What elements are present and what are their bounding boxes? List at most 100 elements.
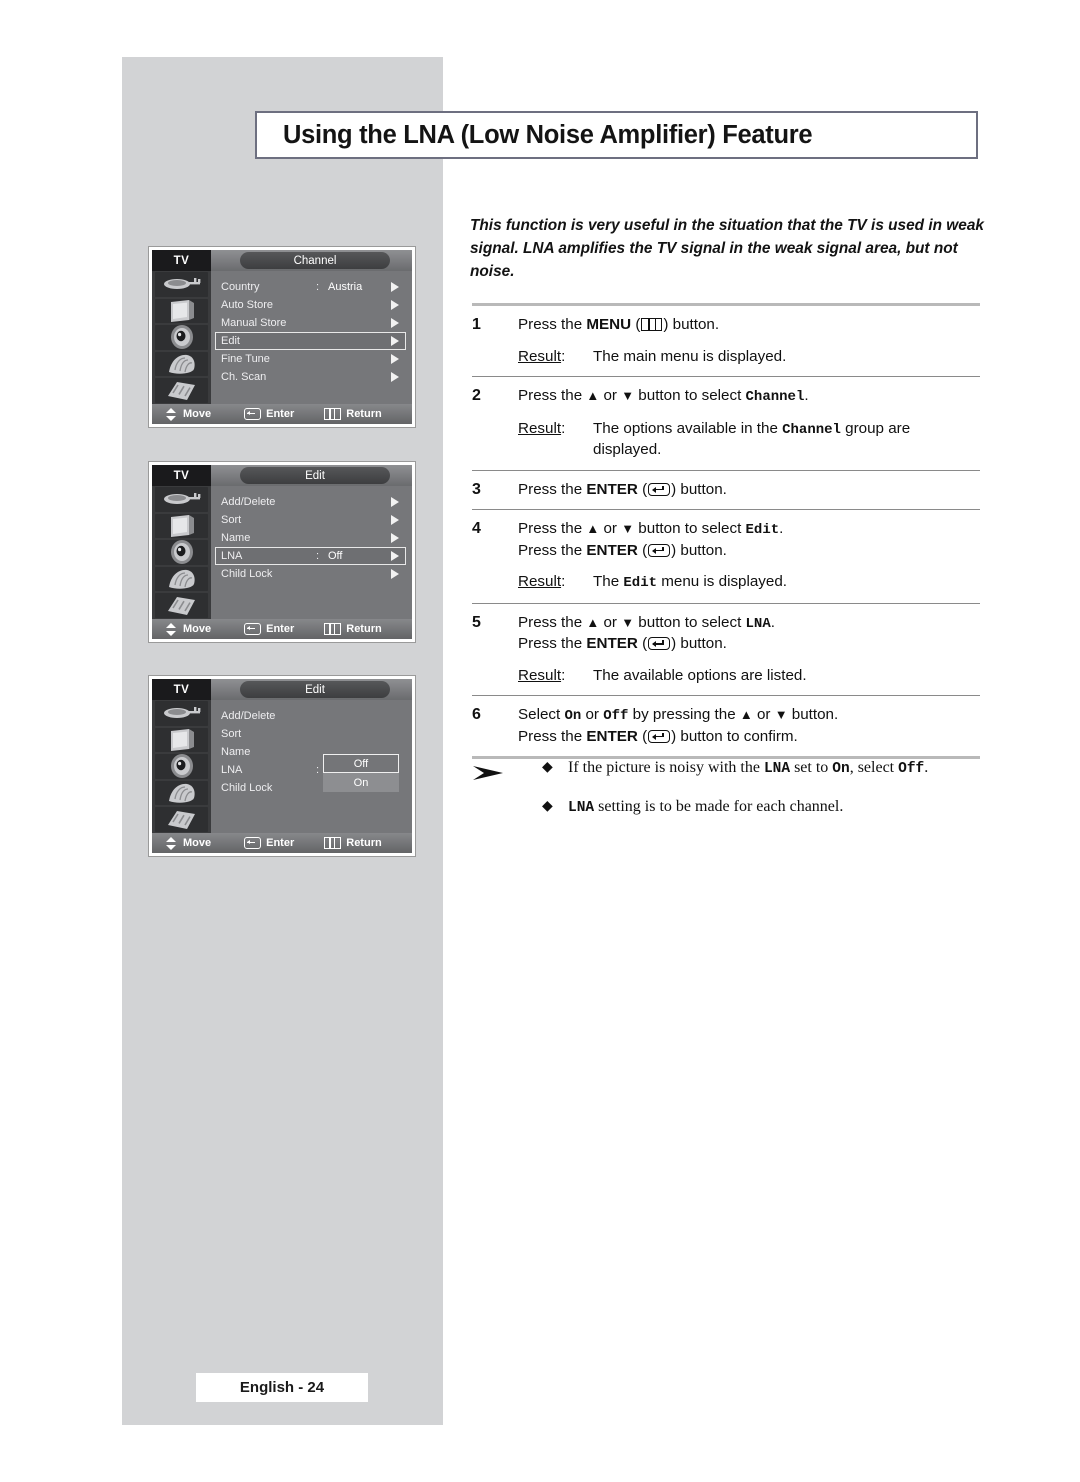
film-icon[interactable] xyxy=(155,378,208,403)
note-item: ◆ If the picture is noisy with the LNA se… xyxy=(542,757,980,780)
film-icon[interactable] xyxy=(155,807,208,832)
step-body: Press the ENTER () button. xyxy=(518,480,980,501)
page-footer: English - 24 xyxy=(196,1373,368,1402)
up-arrow-icon: ▲ xyxy=(739,707,753,722)
ui-term: On xyxy=(832,761,850,777)
up-down-arrows-icon xyxy=(166,836,177,850)
speaker-icon[interactable] xyxy=(155,540,208,565)
ui-term: LNA xyxy=(568,800,595,816)
chevron-right-icon xyxy=(391,336,399,346)
osd-menu-item[interactable]: Manual Store xyxy=(215,314,406,332)
hand-icon[interactable] xyxy=(155,566,208,592)
osd-dropdown-option[interactable]: On xyxy=(323,773,399,792)
result-text: The Edit menu is displayed. xyxy=(593,573,788,591)
chevron-right-icon xyxy=(391,569,399,579)
tv-set-icon[interactable] xyxy=(155,727,208,753)
step-item: 4 Press the ▲ or ▼ button to select Edit.… xyxy=(472,510,980,603)
osd-enter-hint: Enter xyxy=(244,623,294,635)
osd-item-label: Add/Delete xyxy=(221,496,276,508)
osd-menu-item[interactable]: Fine Tune xyxy=(215,350,406,368)
step-line: Select On or Off by pressing the ▲ or ▼ … xyxy=(518,706,839,724)
hand-icon[interactable] xyxy=(155,351,208,377)
film-icon[interactable] xyxy=(155,593,208,618)
osd-hint-bar: Move Enter Return xyxy=(152,833,412,853)
osd-item-label: Child Lock xyxy=(221,782,273,794)
manual-page: Using the LNA (Low Noise Amplifier) Feat… xyxy=(0,0,1080,1482)
osd-tv-label: TV xyxy=(152,465,211,486)
antenna-icon[interactable] xyxy=(155,701,208,726)
osd-menu-item[interactable]: Name xyxy=(215,529,406,547)
step-number: 3 xyxy=(472,480,481,498)
step-line: Press the ENTER () button. xyxy=(518,635,727,652)
osd-item-label: Manual Store xyxy=(221,317,287,329)
step-result: Result: The options available in the Chan… xyxy=(518,419,980,461)
enter-button-icon xyxy=(244,837,262,849)
osd-menu-item[interactable]: Edit xyxy=(215,332,406,350)
chevron-right-icon xyxy=(391,372,399,382)
ui-term: Channel xyxy=(782,421,841,438)
menu-button-icon xyxy=(324,408,342,420)
osd-hint-bar: Move Enter Return xyxy=(152,404,412,424)
osd-menu-item[interactable]: Auto Store xyxy=(215,296,406,314)
notes-block: ◆ If the picture is noisy with the LNA se… xyxy=(472,757,980,835)
step-number: 5 xyxy=(472,613,481,631)
speaker-icon[interactable] xyxy=(155,325,208,350)
speaker-icon[interactable] xyxy=(155,754,208,779)
osd-dropdown-option[interactable]: Off xyxy=(323,754,399,773)
diamond-bullet-icon: ◆ xyxy=(542,797,553,813)
step-line: Press the ▲ or ▼ button to select Edit. xyxy=(518,520,784,538)
step-item: 2 Press the ▲ or ▼ button to select Chann… xyxy=(472,377,980,470)
result-label: Result: xyxy=(518,419,566,437)
up-down-arrows-icon xyxy=(166,407,177,421)
osd-menu-item[interactable]: Add/Delete xyxy=(215,493,406,511)
enter-button-icon xyxy=(244,408,262,420)
osd-item-label: LNA xyxy=(221,550,243,562)
antenna-icon[interactable] xyxy=(155,272,208,297)
ui-term: LNA xyxy=(745,615,771,632)
osd-item-value: Off xyxy=(328,550,343,562)
osd-inner: TV Channel Country: Austria Auto Store Manual… xyxy=(152,250,412,424)
down-arrow-icon: ▼ xyxy=(774,707,788,722)
step-item: 6 Select On or Off by pressing the ▲ or ▼… xyxy=(472,696,980,756)
down-arrow-icon: ▼ xyxy=(621,614,635,630)
osd-menu-item[interactable]: Sort xyxy=(215,725,406,743)
menu-button-icon xyxy=(324,623,342,635)
osd-item-label: Child Lock xyxy=(221,568,273,580)
tv-set-icon[interactable] xyxy=(155,513,208,539)
osd-menu-item[interactable]: Add/Delete xyxy=(215,707,406,725)
osd-item-label: Ch. Scan xyxy=(221,371,267,383)
step-body: Select On or Off by pressing the ▲ or ▼ … xyxy=(518,705,980,747)
chevron-right-icon xyxy=(391,551,399,561)
ui-term: Off xyxy=(603,708,629,724)
up-arrow-icon: ▲ xyxy=(586,388,600,403)
osd-menu-item[interactable]: Child Lock xyxy=(215,565,406,583)
osd-menu-item[interactable]: Ch. Scan xyxy=(215,368,406,386)
osd-menu-item[interactable]: LNA: Off xyxy=(215,547,406,565)
chevron-right-icon xyxy=(391,354,399,364)
osd-item-label: Fine Tune xyxy=(221,353,270,365)
steps-list: 1 Press the MENU () button. Result: The mai… xyxy=(472,303,980,759)
up-down-arrows-icon xyxy=(166,622,177,636)
osd-dropdown[interactable]: Off On xyxy=(323,754,399,792)
note-text: LNA setting is to be made for each chann… xyxy=(568,798,844,816)
osd-item-label: Edit xyxy=(221,335,240,347)
result-label: Result: xyxy=(518,666,566,684)
osd-menu-item[interactable]: Sort xyxy=(215,511,406,529)
osd-menu-title: Channel xyxy=(240,252,390,269)
antenna-icon[interactable] xyxy=(155,487,208,512)
osd-menu-item[interactable]: Country: Austria xyxy=(215,278,406,296)
osd-inner: TV Edit Add/Delete Sort Name LNA: Off Child Loc… xyxy=(152,465,412,639)
osd-screenshot-1: TV Channel Country: Austria Auto Store Manual… xyxy=(148,246,416,428)
tv-set-icon[interactable] xyxy=(155,298,208,324)
result-label: Result: xyxy=(518,573,566,590)
ui-term: Off xyxy=(898,761,925,777)
osd-item-colon: : xyxy=(316,764,320,776)
ui-term: Channel xyxy=(745,389,805,405)
step-result: Result: The main menu is displayed. xyxy=(518,347,980,368)
osd-return-hint: Return xyxy=(324,837,382,849)
chevron-right-icon xyxy=(391,282,399,292)
step-line: Press the ENTER () button. xyxy=(518,480,727,498)
step-number: 4 xyxy=(472,520,481,537)
key-name: MENU xyxy=(586,316,632,333)
hand-icon[interactable] xyxy=(155,780,208,806)
